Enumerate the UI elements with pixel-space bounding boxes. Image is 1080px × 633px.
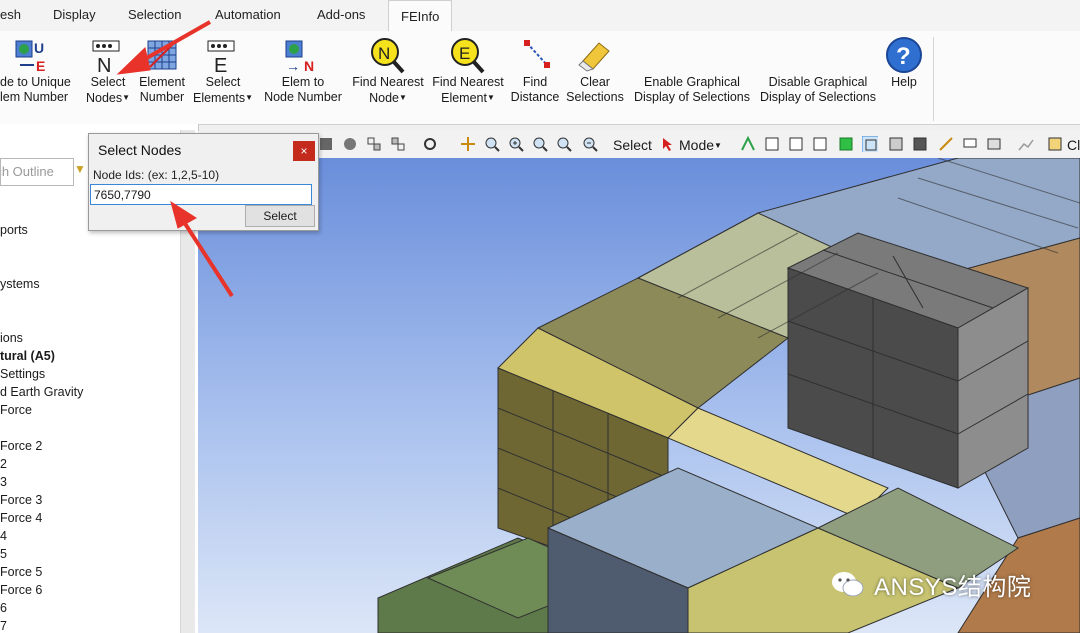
annotation-arrows <box>116 20 234 298</box>
wechat-logo-icon <box>832 572 864 597</box>
arrow-to-node-ids-input <box>182 220 234 298</box>
watermark: ANSYS结构院 <box>830 566 1031 602</box>
arrow-head-icon <box>170 200 197 229</box>
arrow-to-select-nodes <box>137 20 211 65</box>
watermark-text: ANSYS结构院 <box>874 573 1032 601</box>
arrow-head-icon <box>116 47 151 75</box>
